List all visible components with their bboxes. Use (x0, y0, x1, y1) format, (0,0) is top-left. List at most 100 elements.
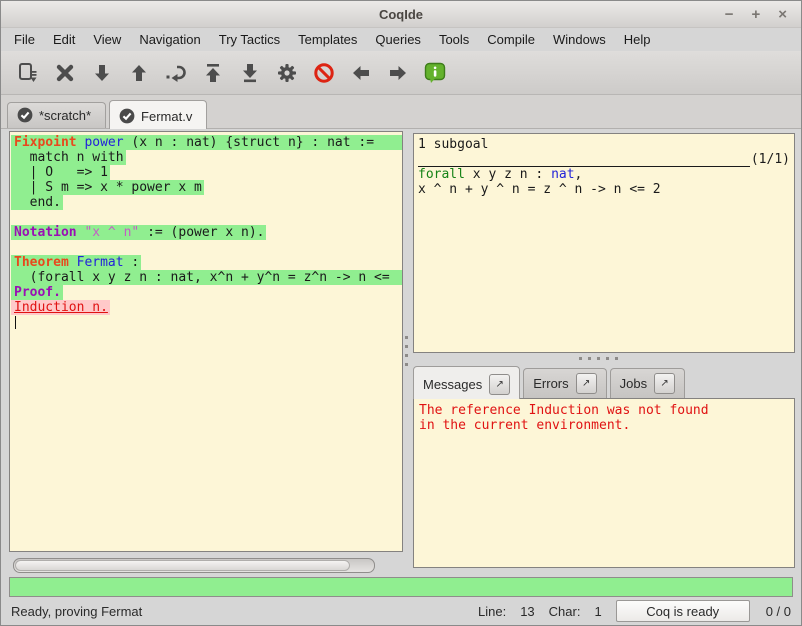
code-token: | O => 1 (14, 165, 108, 180)
code-line-highlight: Notation "x ^ n" := (power x n). (11, 225, 266, 240)
handle-dot (597, 357, 600, 360)
message-tab-messages[interactable]: Messages ↗ (413, 366, 520, 399)
code-token: "x ^ n" (84, 225, 139, 240)
code-line: match n with (11, 150, 402, 165)
code-line: end. (11, 195, 402, 210)
message-tab-label: Errors (533, 376, 568, 391)
tab-label: Fermat.v (141, 109, 192, 124)
detach-icon[interactable]: ↗ (489, 374, 510, 395)
save-button[interactable] (9, 56, 46, 90)
coq-progress-bar (9, 577, 793, 597)
run-to-end-icon (239, 62, 261, 84)
run-to-end-button[interactable] (231, 56, 268, 90)
next-icon (387, 62, 409, 84)
previous-button[interactable] (342, 56, 379, 90)
text-cursor (15, 316, 16, 329)
goal-counter: (1/1) (751, 152, 790, 167)
horizontal-pane-resize-handle[interactable] (579, 357, 618, 360)
goal-separator-rule (418, 155, 750, 167)
menu-item-try-tactics[interactable]: Try Tactics (210, 30, 289, 49)
code-token: Theorem (14, 255, 69, 270)
document-tab-bar: *scratch* Fermat.v (1, 95, 801, 129)
step-back-button[interactable] (120, 56, 157, 90)
restart-button[interactable] (194, 56, 231, 90)
goal-line: (1/1) (418, 152, 790, 167)
editor-horizontal-scrollbar[interactable] (13, 558, 375, 573)
code-line (11, 210, 402, 225)
menu-item-compile[interactable]: Compile (478, 30, 544, 49)
message-tab-jobs[interactable]: Jobs ↗ (610, 368, 685, 398)
tab-scratch[interactable]: *scratch* (7, 102, 106, 128)
toolbar (1, 51, 801, 95)
about-button[interactable] (416, 56, 453, 90)
maximize-icon[interactable]: + (751, 7, 760, 22)
close-icon (54, 62, 76, 84)
detach-icon[interactable]: ↗ (654, 373, 675, 394)
char-value: 1 (594, 604, 601, 619)
goal-panel: 1 subgoal(1/1)forall x y z n : nat,x ^ n… (413, 133, 795, 353)
go-to-cursor-button[interactable] (157, 56, 194, 90)
vertical-pane-resize-handle[interactable] (404, 336, 409, 366)
tab-fermat-v[interactable]: Fermat.v (109, 100, 207, 129)
menu-item-edit[interactable]: Edit (44, 30, 84, 49)
next-button[interactable] (379, 56, 416, 90)
code-line-highlight: end. (11, 195, 63, 210)
code-token: Proof. (14, 285, 61, 300)
interrupt-icon (313, 62, 335, 84)
fully-check-button[interactable] (268, 56, 305, 90)
code-line-highlight: Induction n. (11, 300, 110, 315)
menu-item-queries[interactable]: Queries (366, 30, 430, 49)
code-line: Fixpoint power (x n : nat) {struct n} : … (11, 135, 402, 150)
code-line: (forall x y z n : nat, x^n + y^n = z^n -… (11, 270, 402, 285)
window-title: CoqIde (1, 7, 801, 22)
close-icon[interactable]: × (778, 7, 787, 22)
code-token: := (power x n). (139, 225, 264, 240)
close-button[interactable] (46, 56, 83, 90)
main-area: Fixpoint power (x n : nat) {struct n} : … (1, 128, 801, 625)
step-forward-button[interactable] (83, 56, 120, 90)
detach-icon[interactable]: ↗ (576, 373, 597, 394)
menu-item-help[interactable]: Help (615, 30, 660, 49)
scrollbar-thumb[interactable] (15, 560, 350, 571)
message-panel: The reference Induction was not foundin … (413, 398, 795, 568)
status-text: Ready, proving Fermat (11, 604, 142, 619)
tab-status-check-icon (119, 108, 135, 124)
code-line: | S m => x * power x m (11, 180, 402, 195)
code-token: forall (418, 167, 465, 182)
code-line-highlight: Theorem Fermat : (11, 255, 141, 270)
code-token: (forall x y z n : nat, x^n + y^n = z^n -… (14, 270, 390, 285)
status-right: Line: 13 Char: 1 Coq is ready 0 / 0 (478, 600, 791, 622)
code-line-highlight: Fixpoint power (x n : nat) {struct n} : … (11, 135, 402, 150)
fully-check-icon (276, 62, 298, 84)
menu-item-templates[interactable]: Templates (289, 30, 366, 49)
handle-dot (579, 357, 582, 360)
previous-icon (350, 62, 372, 84)
minimize-icon[interactable]: − (725, 7, 734, 22)
title-bar[interactable]: CoqIde − + × (1, 1, 801, 28)
worker-counter: 0 / 0 (766, 604, 791, 619)
message-tab-label: Messages (423, 377, 482, 392)
step-forward-icon (91, 62, 113, 84)
handle-dot (615, 357, 618, 360)
menu-item-navigation[interactable]: Navigation (130, 30, 209, 49)
line-value: 13 (520, 604, 534, 619)
menu-item-file[interactable]: File (5, 30, 44, 49)
menu-bar: FileEditViewNavigationTry TacticsTemplat… (1, 28, 801, 51)
message-tab-label: Jobs (620, 376, 647, 391)
code-line-highlight: Proof. (11, 285, 63, 300)
code-token: nat (551, 167, 574, 182)
code-line: Theorem Fermat : (11, 255, 402, 270)
menu-item-windows[interactable]: Windows (544, 30, 615, 49)
code-token: match n with (14, 150, 124, 165)
menu-item-view[interactable]: View (84, 30, 130, 49)
menu-item-tools[interactable]: Tools (430, 30, 478, 49)
code-line-highlight: | S m => x * power x m (11, 180, 204, 195)
code-token: Notation (14, 225, 77, 240)
handle-dot (588, 357, 591, 360)
code-editor[interactable]: Fixpoint power (x n : nat) {struct n} : … (9, 131, 403, 552)
message-tab-errors[interactable]: Errors ↗ (523, 368, 606, 398)
goal-line: forall x y z n : nat, (418, 167, 790, 182)
coq-state-indicator: Coq is ready (616, 600, 750, 622)
handle-dot (405, 345, 408, 348)
interrupt-button[interactable] (305, 56, 342, 90)
